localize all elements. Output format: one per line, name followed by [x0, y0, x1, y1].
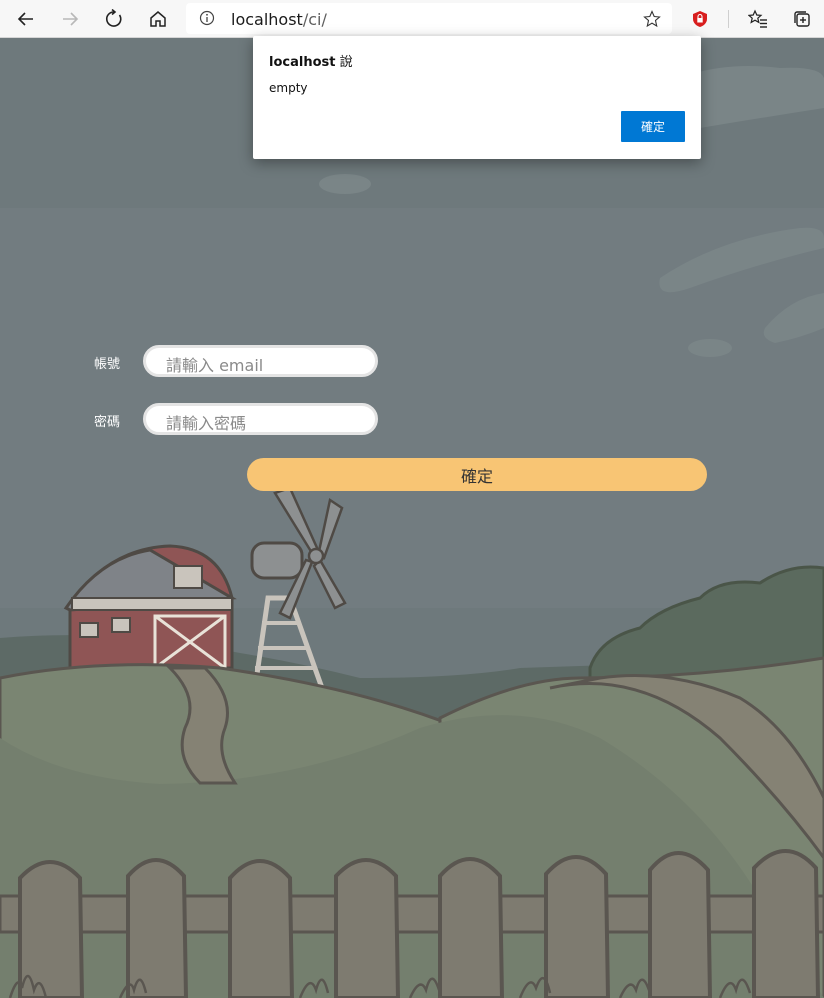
collections-icon[interactable]: [786, 3, 818, 35]
home-icon[interactable]: [142, 3, 174, 35]
shield-extension-icon[interactable]: [684, 3, 716, 35]
email-placeholder: 請輸入 email: [166, 356, 264, 375]
dialog-title-suffix: 說: [335, 55, 353, 70]
forward-icon[interactable]: [54, 3, 86, 35]
back-icon[interactable]: [10, 3, 42, 35]
page-background: [0, 38, 824, 998]
refresh-icon[interactable]: [98, 3, 130, 35]
dialog-title-host: localhost: [269, 55, 336, 70]
star-icon[interactable]: [643, 10, 661, 32]
password-label: 密碼: [94, 415, 121, 430]
address-bar[interactable]: localhost/ci/: [186, 3, 672, 34]
farm-illustration: [0, 38, 824, 998]
dialog-message: empty: [269, 81, 308, 95]
submit-button[interactable]: 確定: [247, 458, 707, 491]
browser-toolbar: localhost/ci/: [0, 0, 824, 38]
account-label: 帳號: [94, 357, 121, 372]
favorites-icon[interactable]: [742, 3, 774, 35]
dialog-title: localhost 說: [269, 51, 353, 70]
dialog-ok-button[interactable]: 確定: [621, 111, 685, 142]
password-input[interactable]: 請輸入密碼: [143, 403, 378, 435]
url-host: localhost: [231, 10, 303, 29]
toolbar-separator: [728, 10, 729, 28]
alert-dialog: localhost 說 empty 確定: [253, 36, 701, 159]
info-icon[interactable]: [199, 10, 215, 30]
email-input[interactable]: 請輸入 email: [143, 345, 378, 377]
url-path: /ci/: [302, 10, 327, 29]
url-text[interactable]: localhost/ci/: [231, 10, 327, 29]
password-placeholder: 請輸入密碼: [166, 414, 247, 433]
